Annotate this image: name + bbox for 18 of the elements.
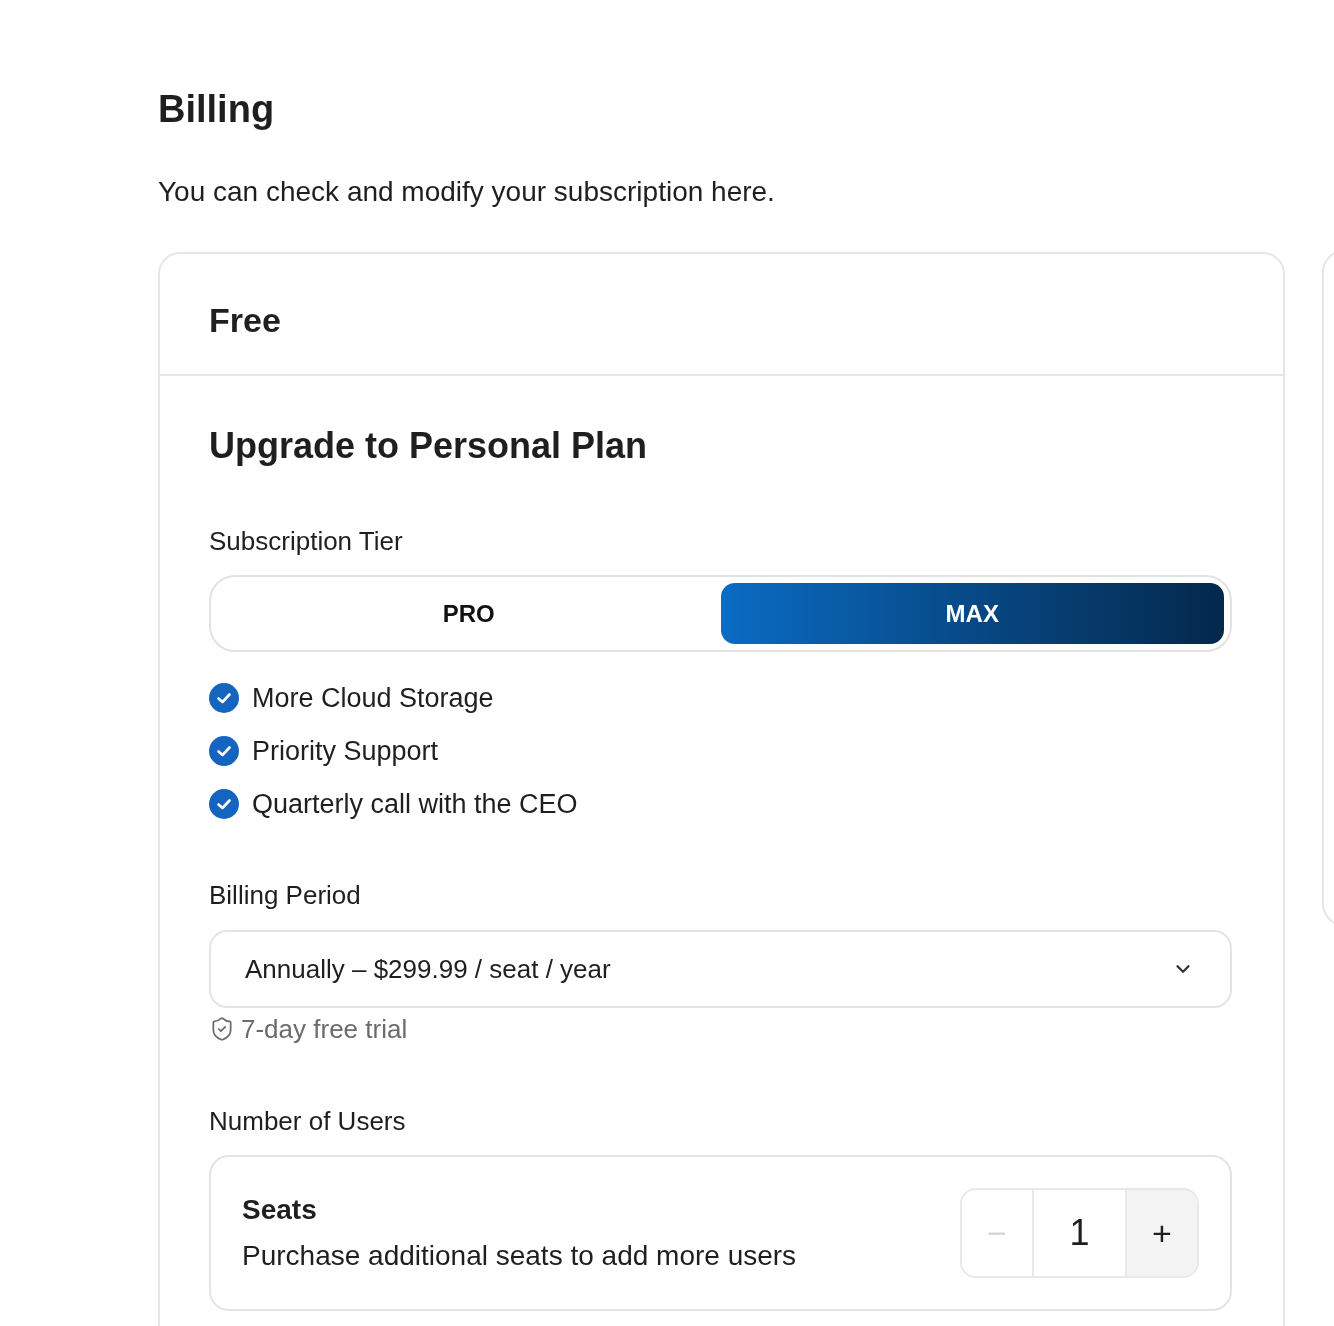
field-label: Subscription Tier xyxy=(209,525,403,558)
feature-text: More Cloud Storage xyxy=(252,681,494,715)
page-title: Billing xyxy=(158,87,275,132)
seats-description: Purchase additional seats to add more users xyxy=(242,1239,797,1273)
tier-tab[interactable]: MAX xyxy=(720,583,1224,644)
current-plan-name: Free xyxy=(209,300,281,340)
seat-count-field[interactable]: 1 xyxy=(1034,1190,1125,1276)
upgrade-heading: Upgrade to Personal Plan xyxy=(209,424,648,468)
field-label: Billing Period xyxy=(209,879,361,912)
billing-period-select[interactable]: Annually – $299.99 / seat / year xyxy=(209,930,1232,1008)
trial-note: 7-day free trial xyxy=(241,1013,408,1046)
feature-text: Priority Support xyxy=(252,734,439,768)
shield-check-icon xyxy=(209,1016,235,1042)
page-subtitle: You can check and modify your subscription here. xyxy=(158,175,775,209)
increment-button[interactable]: + xyxy=(1125,1190,1197,1276)
seats-title: Seats xyxy=(242,1193,317,1227)
feature-text: Quarterly call with the CEO xyxy=(252,787,578,821)
field-label: Number of Users xyxy=(209,1105,406,1138)
